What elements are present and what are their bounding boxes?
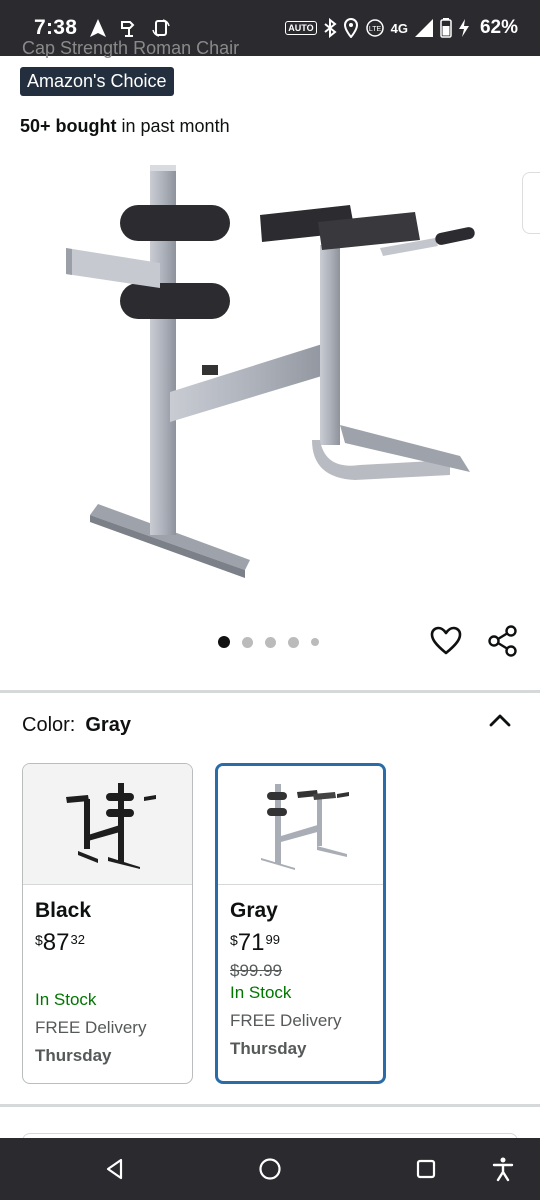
status-time: 7:38 — [34, 16, 78, 39]
charging-icon — [458, 18, 470, 38]
delivery-day: Thursday — [35, 1046, 112, 1065]
carousel-dot[interactable] — [218, 636, 230, 648]
stock-status: In Stock — [230, 983, 292, 1002]
swatch-thumbnail — [218, 766, 383, 885]
volte-icon: LTE — [365, 18, 385, 38]
color-option-black[interactable]: Black $87 32 In Stock FREE Delivery Thurs… — [22, 763, 193, 1084]
auto-data-icon: AUTO — [285, 21, 317, 35]
bought-count: 50+ bought — [20, 116, 117, 136]
back-button[interactable] — [102, 1156, 128, 1182]
home-button[interactable] — [257, 1156, 283, 1182]
price-fraction: 32 — [70, 932, 85, 947]
product-title[interactable]: Cap Strength Roman Chair — [22, 38, 322, 58]
carousel-dot[interactable] — [242, 636, 253, 648]
price-whole: 87 — [42, 929, 70, 956]
carousel-dot[interactable] — [265, 636, 276, 648]
option-name: Black — [35, 899, 92, 922]
color-option-gray[interactable]: Gray $71 99 $99.99 In Stock FREE Delivery… — [215, 763, 386, 1084]
list-price: $99.99 — [230, 961, 282, 980]
option-price: $87 32 — [35, 929, 180, 957]
bought-suffix: in past month — [116, 116, 230, 136]
color-label: Color: — [22, 714, 76, 736]
navigation-arrow-icon — [89, 18, 107, 38]
chevron-up-icon — [489, 714, 511, 727]
battery-icon — [440, 18, 452, 38]
route-icon — [119, 18, 139, 38]
option-price: $71 99 — [230, 929, 371, 957]
price-currency: $ — [35, 932, 43, 948]
carousel-indicator — [218, 636, 319, 648]
network-type-label: 4G — [390, 20, 408, 36]
recents-square-icon — [416, 1159, 436, 1179]
side-panel-handle[interactable] — [522, 172, 540, 234]
location-icon — [343, 18, 359, 38]
section-divider — [0, 690, 540, 693]
accessibility-icon — [492, 1157, 514, 1182]
bluetooth-icon — [323, 18, 337, 38]
rotation-icon — [151, 18, 171, 38]
share-icon — [488, 625, 517, 657]
heart-icon — [430, 626, 462, 655]
battery-percent: 62% — [479, 17, 518, 38]
section-divider — [0, 1104, 540, 1107]
bought-count-text: 50+ bought in past month — [20, 116, 230, 137]
price-whole: 71 — [237, 929, 265, 956]
svg-text:LTE: LTE — [368, 26, 381, 33]
recents-button[interactable] — [413, 1156, 439, 1182]
system-navigation-bar — [0, 1138, 540, 1200]
amazons-choice-badge[interactable]: Amazon's Choice — [20, 67, 174, 96]
option-name: Gray — [230, 899, 278, 922]
collapse-button[interactable] — [486, 706, 514, 734]
product-image[interactable] — [50, 160, 490, 590]
price-fraction: 99 — [265, 932, 280, 947]
signal-icon — [414, 18, 434, 38]
swatch-thumbnail — [23, 764, 192, 885]
carousel-dot[interactable] — [311, 638, 319, 646]
selected-color: Gray — [85, 714, 131, 736]
share-button[interactable] — [486, 624, 520, 658]
delivery-day: Thursday — [230, 1039, 307, 1058]
stock-status: In Stock — [35, 990, 97, 1009]
list-price-spacer — [35, 957, 180, 984]
price-currency: $ — [230, 932, 238, 948]
add-to-list-button[interactable] — [429, 624, 463, 658]
carousel-dot[interactable] — [288, 636, 299, 648]
color-selector-header[interactable]: Color: Gray — [22, 714, 131, 737]
home-circle-icon — [259, 1158, 281, 1180]
delivery-text: FREE Delivery — [35, 1018, 147, 1037]
accessibility-button[interactable] — [490, 1156, 516, 1182]
back-triangle-icon — [106, 1158, 123, 1180]
delivery-text: FREE Delivery — [230, 1011, 342, 1030]
